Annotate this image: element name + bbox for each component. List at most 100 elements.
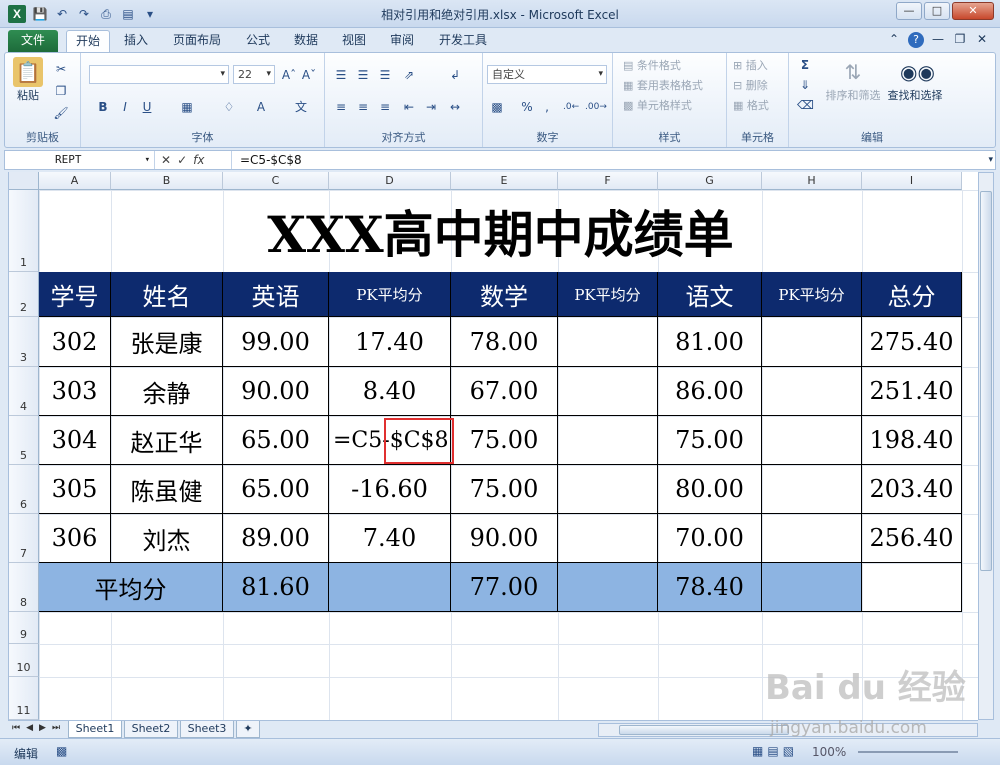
table-cell[interactable] bbox=[558, 465, 658, 514]
table-cell[interactable]: 75.00 bbox=[451, 416, 558, 465]
sheet-title[interactable]: XXX高中期中成绩单 bbox=[39, 190, 962, 272]
table-cell[interactable]: 86.00 bbox=[658, 367, 762, 416]
column-header-c[interactable]: C bbox=[223, 172, 329, 190]
fill-color-icon[interactable]: ♢ bbox=[221, 99, 237, 115]
currency-icon[interactable]: ▩ bbox=[489, 99, 505, 115]
cell-style-button[interactable]: ▩ 单元格样式 bbox=[623, 97, 692, 113]
find-select-button[interactable]: ◉◉ 查找和选择 bbox=[885, 57, 945, 103]
cancel-icon[interactable]: ✕ bbox=[161, 153, 171, 167]
column-header-d[interactable]: D bbox=[329, 172, 451, 190]
table-cell[interactable] bbox=[558, 367, 658, 416]
table-cell[interactable] bbox=[762, 317, 862, 367]
underline-button[interactable]: U bbox=[139, 99, 155, 115]
restore-workbook-icon[interactable]: ❐ bbox=[952, 32, 968, 48]
column-title[interactable]: PK平均分 bbox=[329, 272, 451, 317]
table-cell[interactable]: 7.40 bbox=[329, 514, 451, 563]
align-center-icon[interactable]: ≡ bbox=[355, 99, 371, 115]
wrap-text-icon[interactable]: ↲ bbox=[447, 67, 463, 83]
average-pk-math[interactable] bbox=[558, 563, 658, 612]
sheet-tab-sheet1[interactable]: Sheet1 bbox=[68, 721, 122, 738]
cut-icon[interactable]: ✂ bbox=[53, 61, 69, 77]
horizontal-scroll-thumb[interactable] bbox=[619, 725, 789, 735]
tab-review[interactable]: 审阅 bbox=[382, 30, 422, 52]
column-header-g[interactable]: G bbox=[658, 172, 762, 190]
shrink-font-icon[interactable]: Aˇ bbox=[301, 67, 317, 83]
table-cell[interactable]: 256.40 bbox=[862, 514, 962, 563]
table-cell[interactable]: 251.40 bbox=[862, 367, 962, 416]
help-icon[interactable]: ? bbox=[908, 32, 924, 48]
next-sheet-icon[interactable]: ▶ bbox=[39, 723, 46, 733]
tab-insert[interactable]: 插入 bbox=[116, 30, 156, 52]
table-format-button[interactable]: ▦ 套用表格格式 bbox=[623, 77, 703, 93]
column-title[interactable]: 语文 bbox=[658, 272, 762, 317]
table-cell[interactable]: 陈虽健 bbox=[111, 465, 223, 514]
macro-record-icon[interactable]: ▩ bbox=[56, 744, 67, 758]
table-cell[interactable]: 78.00 bbox=[451, 317, 558, 367]
column-header-h[interactable]: H bbox=[762, 172, 862, 190]
font-name-select[interactable]: ▾ bbox=[89, 65, 229, 84]
table-cell[interactable]: 8.40 bbox=[329, 367, 451, 416]
table-cell[interactable]: 75.00 bbox=[451, 465, 558, 514]
average-label[interactable]: 平均分 bbox=[39, 563, 223, 612]
align-top-icon[interactable]: ☰ bbox=[333, 67, 349, 83]
row-header-3[interactable]: 3 bbox=[9, 317, 39, 367]
insert-function-button[interactable]: fx bbox=[193, 153, 204, 167]
align-bottom-icon[interactable]: ☰ bbox=[377, 67, 393, 83]
table-cell[interactable]: 90.00 bbox=[451, 514, 558, 563]
insert-cells-button[interactable]: ⊞ 插入 bbox=[733, 57, 768, 73]
last-sheet-icon[interactable]: ⏭ bbox=[52, 723, 60, 733]
select-all-corner[interactable] bbox=[9, 172, 39, 190]
decrease-indent-icon[interactable]: ⇤ bbox=[401, 99, 417, 115]
close-workbook-icon[interactable]: ✕ bbox=[974, 32, 990, 48]
table-cell[interactable]: 303 bbox=[39, 367, 111, 416]
table-cell[interactable]: 赵正华 bbox=[111, 416, 223, 465]
average-english[interactable]: 81.60 bbox=[223, 563, 329, 612]
row-header-8[interactable]: 8 bbox=[9, 563, 39, 612]
minimize-button[interactable]: — bbox=[896, 2, 922, 20]
column-title[interactable]: 总分 bbox=[862, 272, 962, 317]
table-cell[interactable]: 67.00 bbox=[451, 367, 558, 416]
table-cell[interactable]: 张是康 bbox=[111, 317, 223, 367]
table-cell[interactable]: -16.60 bbox=[329, 465, 451, 514]
worksheet-grid[interactable]: ABCDEFGHI 1 2 3 4 5 6 7 8 9 10 11 XXX高中期中成绩单 学号 姓名 英语… bbox=[8, 172, 978, 720]
vertical-scroll-thumb[interactable] bbox=[980, 191, 992, 571]
column-title[interactable]: 学号 bbox=[39, 272, 111, 317]
table-cell[interactable]: 198.40 bbox=[862, 416, 962, 465]
column-header-e[interactable]: E bbox=[451, 172, 558, 190]
conditional-format-button[interactable]: ▤ 条件格式 bbox=[623, 57, 681, 73]
table-cell[interactable]: 70.00 bbox=[658, 514, 762, 563]
column-header-a[interactable]: A bbox=[39, 172, 111, 190]
average-total[interactable] bbox=[862, 563, 962, 612]
table-cell[interactable] bbox=[762, 465, 862, 514]
row-header-4[interactable]: 4 bbox=[9, 367, 39, 416]
phonetic-icon[interactable]: 文 bbox=[293, 99, 309, 115]
grow-font-icon[interactable]: Aˆ bbox=[281, 67, 297, 83]
orientation-icon[interactable]: ⇗ bbox=[401, 67, 417, 83]
font-color-icon[interactable]: A bbox=[253, 99, 269, 115]
table-cell[interactable]: 99.00 bbox=[223, 317, 329, 367]
table-cell[interactable]: 刘杰 bbox=[111, 514, 223, 563]
tab-file[interactable]: 文件 bbox=[8, 30, 58, 52]
row-header-9[interactable]: 9 bbox=[9, 612, 39, 644]
fill-icon[interactable]: ⇓ bbox=[797, 77, 813, 93]
table-cell[interactable]: 65.00 bbox=[223, 416, 329, 465]
zoom-slider[interactable] bbox=[858, 751, 958, 753]
decrease-decimal-icon[interactable]: .00→ bbox=[585, 99, 607, 115]
tab-view[interactable]: 视图 bbox=[334, 30, 374, 52]
table-cell[interactable] bbox=[762, 514, 862, 563]
row-header-6[interactable]: 6 bbox=[9, 465, 39, 514]
column-title[interactable]: 姓名 bbox=[111, 272, 223, 317]
tab-data[interactable]: 数据 bbox=[286, 30, 326, 52]
page-break-view-icon[interactable]: ▧ bbox=[783, 744, 794, 758]
column-title[interactable]: PK平均分 bbox=[558, 272, 658, 317]
tab-page-layout[interactable]: 页面布局 bbox=[166, 30, 228, 52]
font-size-select[interactable]: 22 ▾ bbox=[233, 65, 275, 84]
insert-sheet-icon[interactable]: ✦ bbox=[236, 721, 260, 738]
table-cell[interactable]: 275.40 bbox=[862, 317, 962, 367]
table-cell[interactable] bbox=[558, 514, 658, 563]
sheet-tab-sheet2[interactable]: Sheet2 bbox=[124, 721, 178, 738]
row-header-1[interactable]: 1 bbox=[9, 190, 39, 272]
average-pk-english[interactable] bbox=[329, 563, 451, 612]
formula-input[interactable]: =C5-$C$8 bbox=[231, 151, 975, 169]
maximize-button[interactable]: □ bbox=[924, 2, 950, 20]
